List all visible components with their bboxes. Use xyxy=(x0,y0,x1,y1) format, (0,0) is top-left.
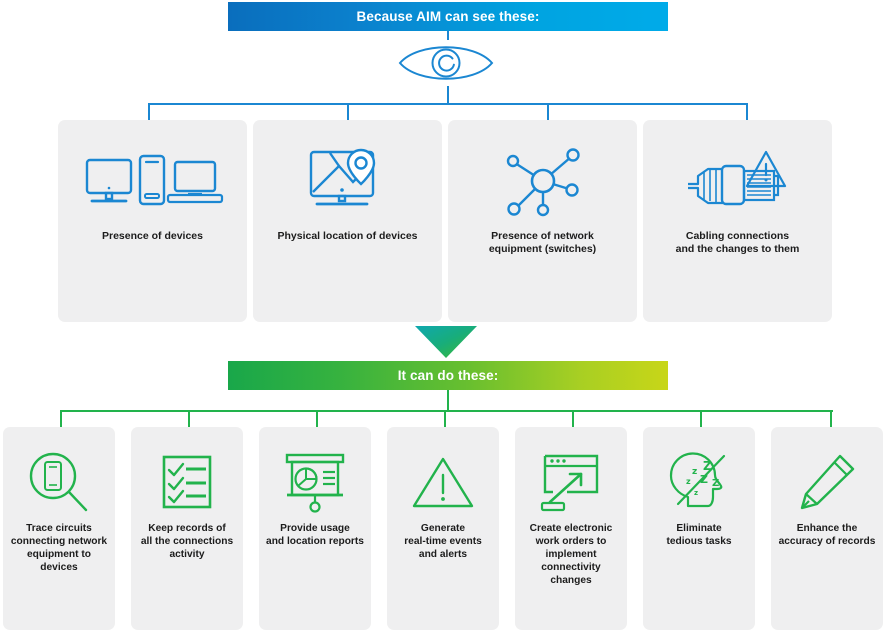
devices-icon xyxy=(58,120,247,230)
card-label: Provide usage and location reports xyxy=(266,523,364,548)
svg-text:z: z xyxy=(686,477,691,486)
card-label: Presence of devices xyxy=(102,230,203,242)
map-location-icon xyxy=(253,120,442,230)
eye-icon xyxy=(396,40,496,86)
banner-top-text: Because AIM can see these: xyxy=(356,9,540,24)
card-label: Eliminate tedious tasks xyxy=(666,523,732,548)
warning-triangle-icon xyxy=(387,427,499,522)
network-hub-icon xyxy=(448,120,637,230)
card-label: Enhance the accuracy of records xyxy=(778,523,876,548)
card-physical-location-of-devices: Physical location of devices xyxy=(253,120,442,322)
card-trace-circuits: Trace circuits connecting network equipm… xyxy=(3,427,115,630)
no-sleep-head-icon: z Z Z z Z z xyxy=(643,427,755,522)
card-label: Trace circuits connecting network equipm… xyxy=(10,523,108,574)
card-label: Physical location of devices xyxy=(277,230,418,242)
banner-because-aim-can-see: Because AIM can see these: xyxy=(228,2,668,31)
down-arrow-icon xyxy=(415,326,477,358)
browser-upload-icon xyxy=(515,427,627,522)
svg-text:Z: Z xyxy=(712,478,719,489)
card-generate-alerts: Generate real-time events and alerts xyxy=(387,427,499,630)
card-eliminate-tedious-tasks: z Z Z z Z z Eliminate tedious tasks xyxy=(643,427,755,630)
presentation-chart-icon xyxy=(259,427,371,522)
magnifier-phone-icon xyxy=(3,427,115,522)
card-label: Generate real-time events and alerts xyxy=(404,523,482,561)
card-label: Presence of network equipment (switches) xyxy=(488,230,597,256)
card-label: Keep records of all the connections acti… xyxy=(140,523,234,561)
banner-bottom-text: It can do these: xyxy=(397,368,499,383)
pencil-icon xyxy=(771,427,883,522)
card-presence-of-network-equipment: Presence of network equipment (switches) xyxy=(448,120,637,322)
checklist-icon xyxy=(131,427,243,522)
svg-text:z: z xyxy=(692,467,697,477)
card-enhance-accuracy: Enhance the accuracy of records xyxy=(771,427,883,630)
cable-connector-alert-icon xyxy=(643,120,832,230)
card-presence-of-devices: Presence of devices xyxy=(58,120,247,322)
card-cabling-connections: Cabling connections and the changes to t… xyxy=(643,120,832,322)
infographic-root: Because AIM can see these: Presence of d… xyxy=(0,0,891,630)
banner-it-can-do-these: It can do these: xyxy=(228,361,668,390)
card-label: Create electronic work orders to impleme… xyxy=(529,523,613,587)
card-label: Cabling connections and the changes to t… xyxy=(675,230,800,256)
svg-text:z: z xyxy=(694,489,698,497)
card-keep-records: Keep records of all the connections acti… xyxy=(131,427,243,630)
card-create-work-orders: Create electronic work orders to impleme… xyxy=(515,427,627,630)
card-provide-usage-reports: Provide usage and location reports xyxy=(259,427,371,630)
